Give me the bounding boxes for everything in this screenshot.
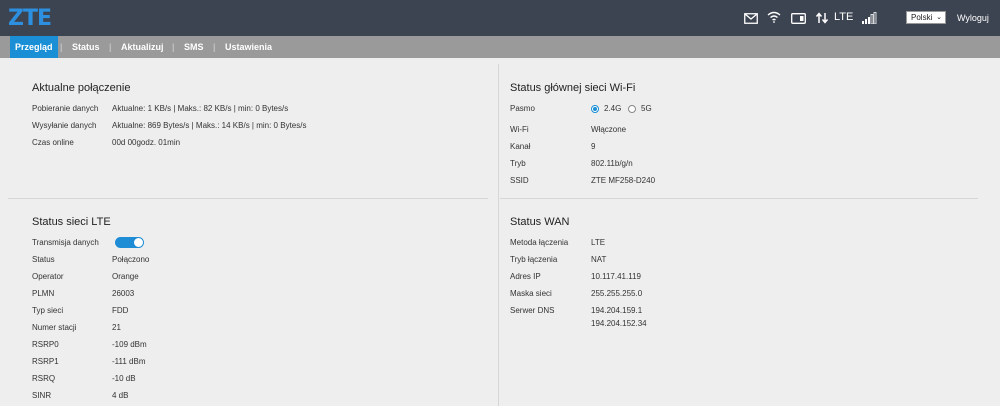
nav-tab-overview[interactable]: Przegląd — [10, 36, 58, 58]
dns-primary-value: 194.204.159.1 — [591, 306, 643, 315]
connection-mode-value: NAT — [591, 255, 607, 264]
ssid-value: ZTE MF258-D240 — [591, 176, 656, 185]
chevron-down-icon: ⌄ — [936, 14, 942, 21]
envelope-icon[interactable] — [744, 11, 758, 29]
network-type-value: FDD — [112, 306, 129, 315]
column-divider — [498, 64, 499, 406]
mode-value: 802.11b/g/n — [591, 159, 633, 168]
section-title: Status głównej sieci Wi-Fi — [510, 82, 636, 94]
cell-id-value: 21 — [112, 323, 121, 332]
plmn-value: 26003 — [112, 289, 135, 298]
band-option-5g: 5G — [641, 104, 652, 113]
rsrp0-value: -109 dBm — [112, 340, 147, 349]
zte-logo: ZTE — [8, 6, 52, 31]
band-radio-2g[interactable] — [591, 105, 599, 113]
dns-label: Serwer DNS — [510, 306, 555, 315]
nav-tab-update[interactable]: Aktualizuj — [121, 36, 164, 58]
section-divider — [8, 198, 488, 199]
wifi-icon — [767, 10, 781, 28]
online-time-value: 00d 00godz. 01min — [112, 138, 181, 147]
nav-tab-sms[interactable]: SMS — [184, 36, 204, 58]
rsrp0-label: RSRP0 — [32, 340, 59, 349]
rsrp1-value: -111 dBm — [112, 357, 146, 366]
language-select-value: Polski — [911, 13, 933, 22]
band-radio-5g[interactable] — [628, 105, 636, 113]
channel-label: Kanał — [510, 142, 531, 151]
download-label: Pobieranie danych — [32, 104, 99, 113]
channel-value: 9 — [591, 142, 596, 151]
wifi-value: Włączone — [591, 125, 627, 134]
ssid-label: SSID — [510, 176, 529, 185]
network-type-label: LTE — [834, 11, 854, 23]
rsrq-value: -10 dB — [112, 374, 136, 383]
connection-mode-label: Tryb łączenia — [510, 255, 558, 264]
sim-card-icon — [791, 11, 806, 29]
data-transmission-label: Transmisja danych — [32, 238, 99, 247]
nav-separator: | — [172, 42, 175, 52]
upload-label: Wysyłanie danych — [32, 121, 97, 130]
upload-value: Aktualne: 869 Bytes/s | Maks.: 14 KB/s |… — [112, 121, 307, 130]
section-title: Aktualne połączenie — [32, 82, 131, 94]
netmask-value: 255.255.255.0 — [591, 289, 643, 298]
band-option-2g: 2.4G — [604, 104, 622, 113]
netmask-label: Maska sieci — [510, 289, 552, 298]
data-transmission-toggle[interactable] — [115, 237, 144, 248]
nav-tab-status[interactable]: Status — [72, 36, 100, 58]
rsrp1-label: RSRP1 — [32, 357, 59, 366]
ip-address-label: Adres IP — [510, 272, 541, 281]
section-title: Status WAN — [510, 216, 570, 228]
connection-method-value: LTE — [591, 238, 606, 247]
signal-strength-icon — [862, 11, 878, 29]
lte-status-label: Status — [32, 255, 55, 264]
logout-link[interactable]: Wyloguj — [957, 13, 989, 23]
sinr-label: SINR — [32, 391, 52, 400]
sinr-value: 4 dB — [112, 391, 129, 400]
rsrq-label: RSRQ — [32, 374, 56, 383]
data-transfer-icon — [815, 11, 829, 29]
nav-separator: | — [60, 42, 63, 52]
main-nav: Przegląd | Status | Aktualizuj | SMS | U… — [0, 36, 1000, 58]
overview-content: Aktualne połączenie Pobieranie danych Ak… — [8, 62, 1000, 406]
operator-value: Orange — [112, 272, 139, 281]
nav-separator: | — [109, 42, 112, 52]
top-bar: ZTE LTE Polski ⌄ Wyloguj — [0, 0, 1000, 36]
section-divider — [500, 198, 978, 199]
nav-separator: | — [213, 42, 216, 52]
download-value: Aktualne: 1 KB/s | Maks.: 82 KB/s | min:… — [112, 104, 289, 113]
plmn-label: PLMN — [32, 289, 55, 298]
wifi-label: Wi-Fi — [510, 125, 529, 134]
mode-label: Tryb — [510, 159, 526, 168]
nav-tab-settings[interactable]: Ustawienia — [225, 36, 272, 58]
connection-method-label: Metoda łączenia — [510, 238, 569, 247]
lte-status-value: Połączono — [112, 255, 150, 264]
band-label: Pasmo — [510, 104, 535, 113]
online-time-label: Czas online — [32, 138, 74, 147]
dns-secondary-value: 194.204.152.34 — [591, 319, 647, 328]
language-select[interactable]: Polski ⌄ — [906, 11, 946, 24]
cell-id-label: Numer stacji — [32, 323, 77, 332]
network-type-label: Typ sieci — [32, 306, 64, 315]
section-title: Status sieci LTE — [32, 216, 111, 228]
ip-address-value: 10.117.41.119 — [591, 272, 641, 281]
operator-label: Operator — [32, 272, 64, 281]
